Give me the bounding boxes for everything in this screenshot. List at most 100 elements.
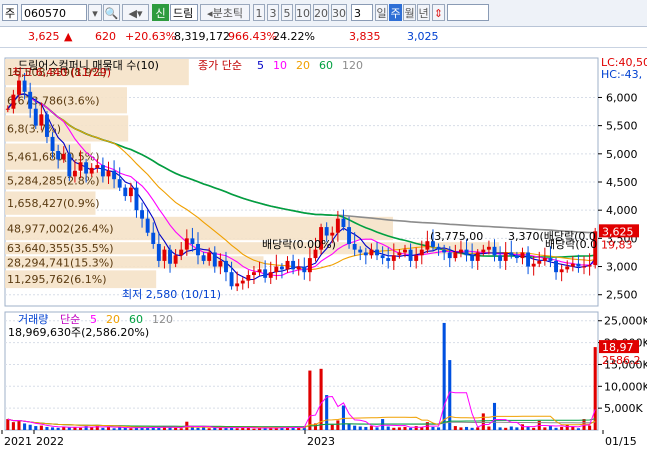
volume-bar [442,322,446,430]
week-tab[interactable]: 주 [389,4,402,21]
volume-bar [369,426,373,430]
candle-body [134,187,139,211]
stock-code-input[interactable]: 060570 [21,4,87,21]
volume-ma-legend: 5 [90,313,97,326]
up-triangle-icon: ▲ [64,30,73,43]
volume-bar [78,427,83,430]
price-legend-label: 종가 단순 [198,59,242,72]
candle-body [307,258,312,273]
volume-bar [347,423,351,430]
volume-bar [375,427,379,430]
volume-bar [593,347,597,430]
candle-body [22,80,27,92]
volume-bar [386,426,390,430]
turnover: 24.22% [273,30,315,43]
volume-tick-label: 10,000K [604,380,647,393]
candle-body [391,255,396,261]
year-tab[interactable]: 년 [417,4,430,21]
candle-body [156,244,161,261]
price-ma-legend: 60 [319,59,333,72]
volume-bar [11,422,15,430]
price-ma-legend: 10 [273,59,287,72]
volume-bar [565,424,569,430]
high-marker: 최고 6,440 (11/29) [12,66,111,79]
period-label: 분초틱 [212,7,243,20]
interval-5[interactable]: 5 [281,4,293,21]
candle-body [347,227,352,244]
volume-bar [23,423,27,430]
volume-bar [431,426,435,430]
chart-area[interactable]: 6,000 5,500 5,000 4,500 4,000 3,500 3,000 2,500… [0,48,647,450]
candle-body [548,258,553,261]
volume-profile-label: 6,673,786(3.6%) [7,94,100,107]
code-dropdown-icon[interactable]: ▾ [88,4,102,21]
updown-icon[interactable]: ⇕ [432,4,445,21]
candle-body [559,269,564,273]
current-price: 3,625 [28,30,60,43]
candle-body [537,260,542,264]
chart-toolbar: 주 060570 ▾ 🔍 ◀▾ 신 드림 ◂분초틱 1 3 5 10 20 30… [0,0,647,37]
candle-body [162,249,167,261]
candle-body [128,187,133,197]
volume-ma-legend: 60 [129,313,143,326]
volume-bar [397,427,401,430]
candle-body [268,272,273,278]
interval-1[interactable]: 1 [253,4,265,21]
candle-body [212,252,217,267]
volume-value-label: 18,969,630주(2,586.20%) [8,326,149,339]
interval-20[interactable]: 20 [313,4,329,21]
candle-body [28,91,33,109]
month-tab[interactable]: 월 [403,4,416,21]
volume-bar [526,426,530,430]
candle-body [542,258,547,261]
volume-bar [202,427,206,430]
extra-label: 3,370(배당락(0.0 [508,230,596,243]
candle-body [386,258,391,261]
volume-bar [34,426,38,430]
volume-bar [123,427,127,430]
candle-body [414,255,419,261]
candle-body [565,266,570,270]
candle-body [481,249,486,253]
volume-bar [6,419,10,430]
candle-body [369,249,374,256]
candle-body [341,218,346,228]
chart-svg[interactable]: 6,0005,5005,0004,5004,0003,5003,0002,500… [0,48,647,450]
speaker-icon[interactable]: ◀▾ [122,4,149,21]
interval-10[interactable]: 10 [295,4,311,21]
new-button[interactable]: 신 [152,4,169,21]
x-tick-label: 2023 [307,435,335,448]
volume-profile-label: 28,294,741(15.3%) [7,256,114,269]
candle-body [196,244,200,256]
volume-bar [576,428,580,430]
candle-body [123,187,128,197]
price-tick-label: 5,500 [606,120,638,133]
volume-bar [106,426,111,430]
day-tab[interactable]: 일 [375,4,388,21]
candle-body [531,263,536,267]
price-change: 620 [95,30,116,43]
volume-bar [101,427,105,430]
blank-input[interactable] [447,4,489,21]
price-tick-label: 5,000 [606,148,638,161]
search-icon[interactable]: 🔍 [103,4,120,21]
volume-bar [17,420,21,430]
interval-30[interactable]: 30 [331,4,347,21]
candle-body [106,170,111,177]
extra-label: (3,775,00 [430,230,483,243]
candle-body [475,252,480,261]
price-ma-legend: 5 [257,59,264,72]
candle-body [50,136,55,151]
candle-body [330,232,335,236]
candle-body [498,255,503,261]
period-tab[interactable]: ◂분초틱 [200,4,250,21]
candle-body [229,272,234,287]
candle-body [201,255,206,261]
volume-bar [252,428,256,430]
candle-body [61,153,66,160]
count-select[interactable]: 3 ▾ [351,4,373,37]
candle-body [140,210,145,219]
interval-3[interactable]: 3 [267,4,279,21]
market-select[interactable]: 주 [2,4,18,21]
candle-body [582,266,586,268]
